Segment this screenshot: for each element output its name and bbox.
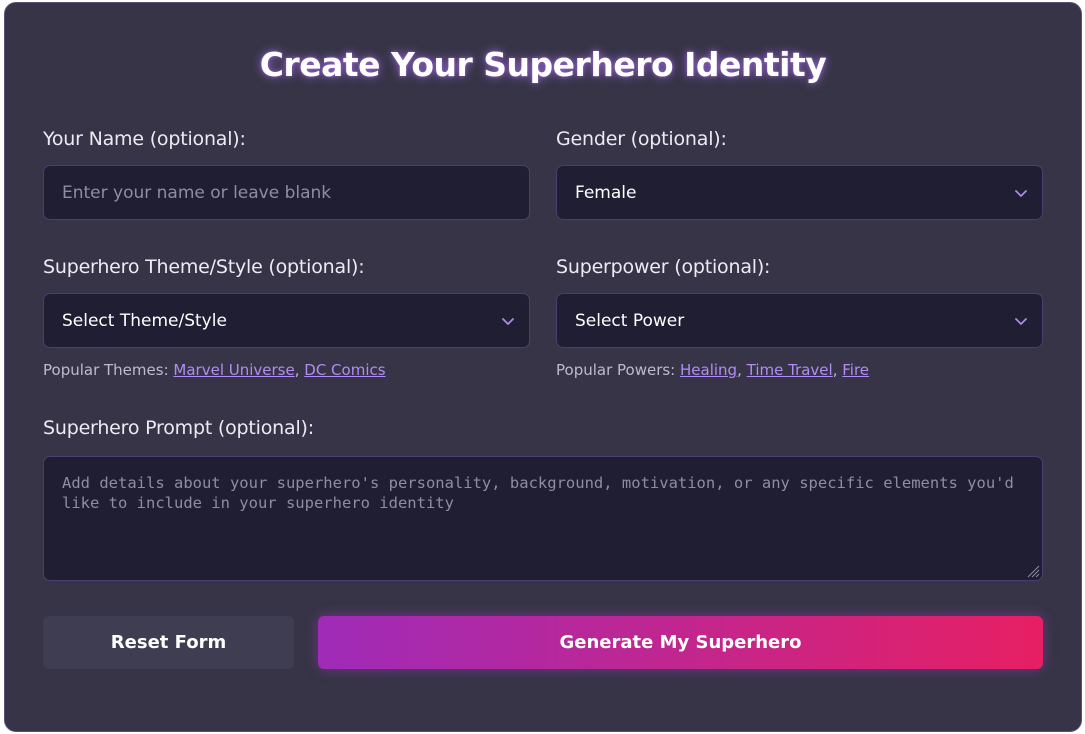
chevron-down-icon [502,317,514,325]
popular-themes-label: Popular Themes: [43,361,169,379]
power-link-fire[interactable]: Fire [842,361,869,379]
prompt-textarea[interactable]: Add details about your superhero's perso… [43,456,1043,581]
power-selected-value: Select Power [575,310,685,331]
gender-select[interactable]: Female [556,165,1043,220]
popular-powers: Popular Powers: Healing, Time Travel, Fi… [556,361,870,379]
reset-form-button[interactable]: Reset Form [43,616,294,669]
superhero-form-card: Create Your Superhero Identity Your Name… [4,2,1082,732]
theme-selected-value: Select Theme/Style [62,310,227,331]
theme-label: Superhero Theme/Style (optional): [43,256,365,278]
prompt-label: Superhero Prompt (optional): [43,417,314,439]
theme-link-dc-comics[interactable]: DC Comics [304,361,385,379]
name-input[interactable]: Enter your name or leave blank [43,165,530,220]
name-input-placeholder: Enter your name or leave blank [62,182,332,203]
prompt-placeholder: Add details about your superhero's perso… [62,474,1014,512]
gender-label: Gender (optional): [556,128,727,150]
power-select[interactable]: Select Power [556,293,1043,348]
power-link-time-travel[interactable]: Time Travel [747,361,833,379]
popular-themes: Popular Themes: Marvel Universe, DC Comi… [43,361,386,379]
chevron-down-icon [1015,317,1027,325]
generate-superhero-button[interactable]: Generate My Superhero [318,616,1043,669]
theme-select[interactable]: Select Theme/Style [43,293,530,348]
theme-link-marvel-universe[interactable]: Marvel Universe [173,361,294,379]
chevron-down-icon [1015,189,1027,197]
popular-powers-label: Popular Powers: [556,361,676,379]
power-label: Superpower (optional): [556,256,771,278]
gender-selected-value: Female [575,182,637,203]
page-title: Create Your Superhero Identity [259,45,827,84]
power-link-healing[interactable]: Healing [680,361,737,379]
resize-grip-icon[interactable] [1024,562,1040,578]
name-label: Your Name (optional): [43,128,246,150]
